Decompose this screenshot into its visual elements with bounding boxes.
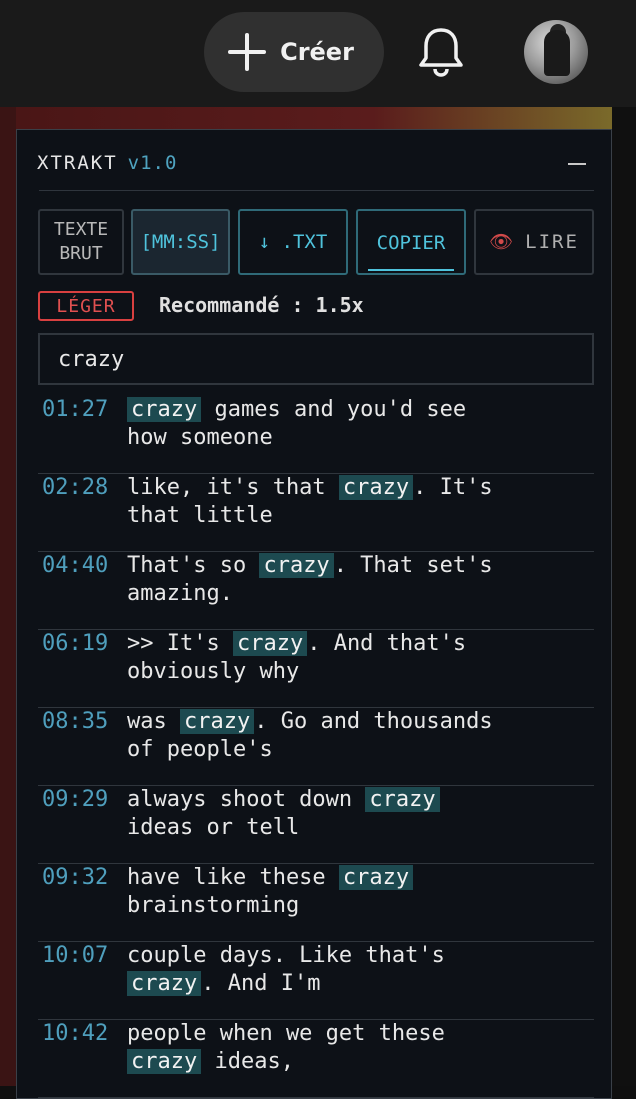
result-text-before: always shoot down	[127, 787, 366, 812]
copy-button[interactable]: COPIER	[356, 209, 466, 275]
read-button[interactable]: 👁 LIRE	[474, 209, 594, 275]
divider	[39, 190, 594, 191]
level-badge: LÉGER	[38, 291, 134, 321]
create-button[interactable]: Créer	[204, 12, 384, 92]
result-timestamp[interactable]: 01:27	[42, 396, 108, 424]
eye-icon: 👁	[489, 231, 514, 253]
result-text-after: . And I'm	[201, 971, 321, 996]
search-match-highlight: crazy	[338, 475, 414, 500]
panel-title: XTRAKT	[37, 152, 118, 174]
download-txt-button[interactable]: ↓ .TXT	[238, 209, 348, 275]
xtrakt-panel: XTRAKT v1.0 TEXTE BRUT [MM:SS] ↓ .TXT COPI…	[16, 129, 612, 1099]
create-label: Créer	[280, 38, 354, 66]
plus-icon	[228, 33, 267, 71]
raw-text-button[interactable]: TEXTE BRUT	[38, 209, 124, 275]
recommended-value: 1.5x	[315, 293, 364, 317]
result-timestamp[interactable]: 08:35	[42, 708, 108, 736]
result-timestamp[interactable]: 09:32	[42, 864, 108, 892]
search-input[interactable]	[38, 333, 594, 385]
search-match-highlight: crazy	[365, 787, 440, 812]
video-background-right	[612, 107, 636, 1086]
result-row[interactable]: 10:42 people when we get these crazy idea…	[38, 1020, 594, 1098]
copy-label: COPIER	[368, 231, 454, 271]
result-row[interactable]: 06:19 >> It's crazy. And that's obviously…	[38, 630, 594, 708]
video-background-left	[0, 107, 16, 1086]
result-text: like, it's that crazy. It's that little	[127, 474, 587, 530]
result-timestamp[interactable]: 10:42	[42, 1020, 108, 1048]
result-timestamp[interactable]: 02:28	[42, 474, 108, 502]
result-text: crazy games and you'd see how someone	[127, 396, 587, 452]
minimize-icon[interactable]	[568, 163, 586, 165]
result-row[interactable]: 02:28 like, it's that crazy. It's that li…	[38, 474, 594, 552]
search-match-highlight: crazy	[338, 865, 414, 890]
result-row[interactable]: 09:32 have like these crazy brainstorming	[38, 864, 594, 942]
avatar[interactable]	[524, 20, 588, 84]
avatar-figure	[544, 30, 570, 76]
result-row[interactable]: 10:07 couple days. Like that's crazy. And…	[38, 942, 594, 1020]
result-text: couple days. Like that's crazy. And I'm	[127, 942, 587, 998]
timestamp-toggle-button[interactable]: [MM:SS]	[131, 209, 230, 275]
result-text-before: like, it's that	[127, 475, 339, 500]
result-text-after: ideas or tell	[127, 815, 300, 840]
search-match-highlight: crazy	[127, 971, 202, 996]
result-row[interactable]: 08:35 was crazy. Go and thousands of peop…	[38, 708, 594, 786]
top-bar: Créer	[0, 0, 636, 107]
result-timestamp[interactable]: 06:19	[42, 630, 108, 658]
result-text: always shoot down crazy ideas or tell	[127, 786, 587, 842]
result-text-before: That's so	[127, 553, 260, 578]
recommended-speed: Recommandé : 1.5x	[159, 293, 364, 317]
read-label: LIRE	[525, 231, 579, 253]
result-text-before: >> It's	[127, 631, 233, 656]
result-row[interactable]: 09:29 always shoot down crazy ideas or te…	[38, 786, 594, 864]
result-row[interactable]: 01:27 crazy games and you'd see how someo…	[38, 396, 594, 474]
result-text-before: people when we get these	[127, 1021, 445, 1046]
search-match-highlight: crazy	[127, 397, 202, 422]
result-text-before: was	[127, 709, 180, 734]
result-row[interactable]: 04:40 That's so crazy. That set's amazing…	[38, 552, 594, 630]
result-text: was crazy. Go and thousands of people's	[127, 708, 587, 764]
raw-text-line1: TEXTE	[53, 219, 109, 240]
search-match-highlight: crazy	[179, 709, 255, 734]
result-text: have like these crazy brainstorming	[127, 864, 587, 920]
results-list: 01:27 crazy games and you'd see how someo…	[38, 396, 594, 1098]
result-timestamp[interactable]: 04:40	[42, 552, 108, 580]
result-text-before: have like these	[127, 865, 339, 890]
recommended-label: Recommandé :	[159, 293, 304, 317]
result-text: people when we get these crazy ideas,	[127, 1020, 587, 1076]
result-text-before: couple days. Like that's	[127, 943, 445, 968]
search-match-highlight: crazy	[127, 1049, 202, 1074]
search-match-highlight: crazy	[259, 553, 334, 578]
result-text-after: ideas,	[201, 1049, 294, 1074]
panel-header: XTRAKT v1.0	[37, 152, 177, 174]
notifications-bell-icon[interactable]	[412, 24, 470, 80]
result-timestamp[interactable]: 10:07	[42, 942, 108, 970]
video-background-top	[16, 107, 612, 129]
panel-version: v1.0	[127, 152, 178, 174]
result-text-after: brainstorming	[127, 893, 300, 918]
result-text: >> It's crazy. And that's obviously why	[127, 630, 587, 686]
raw-text-line2: BRUT	[59, 243, 103, 264]
result-timestamp[interactable]: 09:29	[42, 786, 108, 814]
search-match-highlight: crazy	[232, 631, 308, 656]
result-text: That's so crazy. That set's amazing.	[127, 552, 587, 608]
